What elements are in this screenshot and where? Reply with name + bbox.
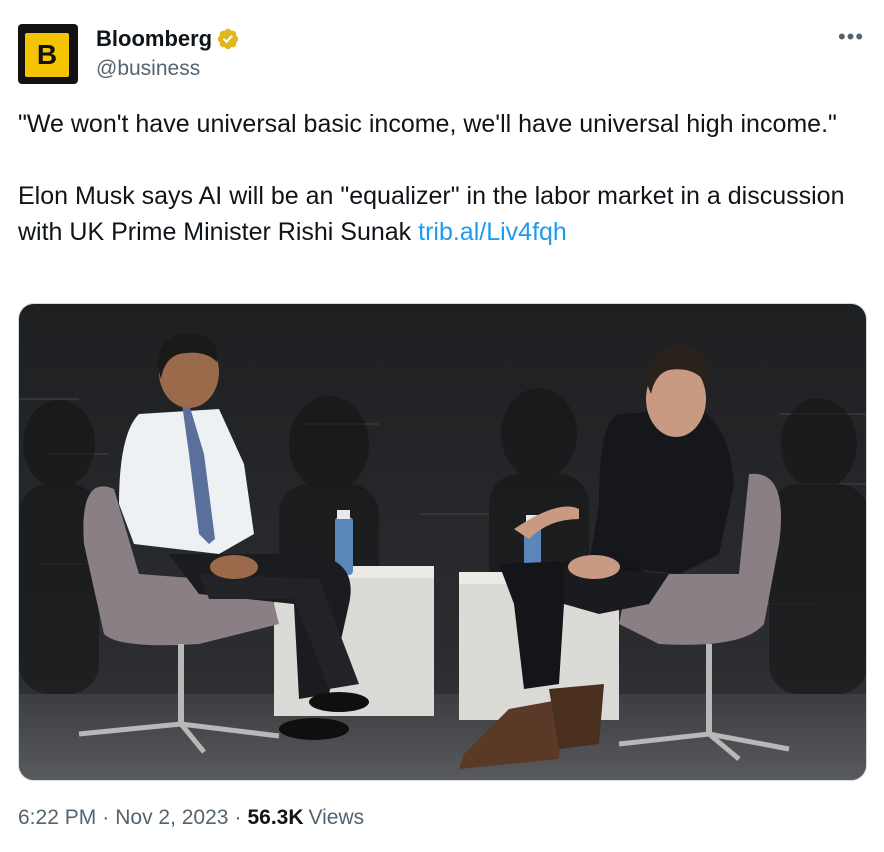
author-name-row: Bloomberg [96, 26, 240, 52]
interview-photo [19, 304, 866, 780]
bloomberg-logo-icon: B [25, 33, 69, 77]
avatar[interactable]: B [18, 24, 78, 84]
tweet-header: B Bloomberg @business ••• [18, 22, 868, 84]
tweet-quote: "We won't have universal basic income, w… [18, 110, 837, 138]
tweet-link[interactable]: trib.al/Liv4fqh [418, 218, 567, 246]
more-options-icon[interactable]: ••• [834, 22, 868, 52]
tweet-body-paragraph: Elon Musk says AI will be an "equalizer"… [18, 178, 848, 250]
tweet-date[interactable]: Nov 2, 2023 [115, 806, 228, 830]
tweet-time[interactable]: 6:22 PM [18, 806, 96, 830]
tweet-media-image[interactable] [18, 303, 867, 781]
separator: · [234, 806, 242, 829]
tweet-text: "We won't have universal basic income, w… [18, 106, 848, 250]
author-handle[interactable]: @business [96, 57, 200, 81]
views-count[interactable]: 56.3K [247, 806, 303, 830]
views-label: Views [308, 806, 365, 829]
tweet-meta: 6:22 PM · Nov 2, 2023 · 56.3K Views [18, 806, 364, 830]
verified-badge-icon [217, 28, 239, 50]
separator: · [102, 806, 110, 829]
author-name[interactable]: Bloomberg [96, 26, 212, 52]
